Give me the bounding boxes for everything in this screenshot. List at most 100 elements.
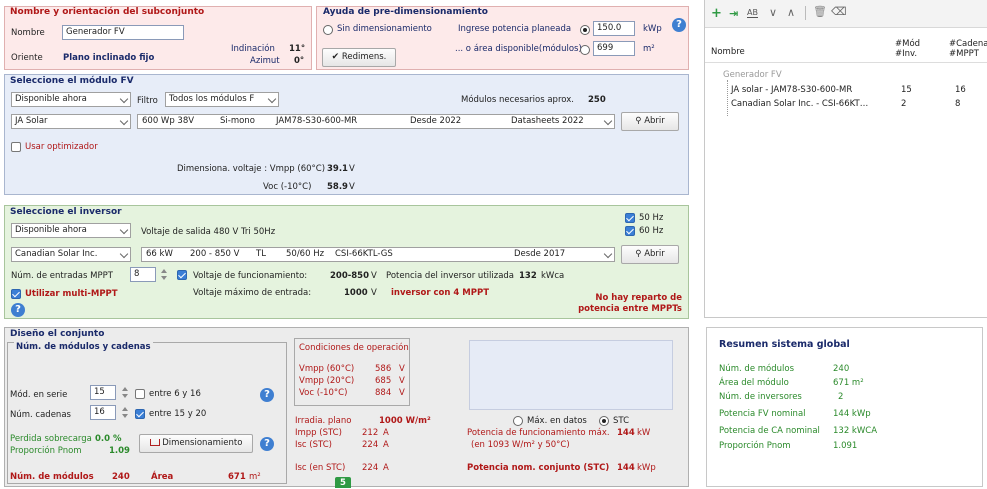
module-model-tech: Si-mono [220,116,255,126]
strings-spinner[interactable] [121,405,129,420]
sizing-button-label: Dimensionamiento [162,438,243,448]
azimuth-label: Azimut [250,56,280,66]
mppt-inputs-field[interactable]: 8 [130,267,156,282]
preview-area [469,340,673,410]
help-icon[interactable]: ? [260,437,274,451]
presizing-title: Ayuda de pre-dimensionamiento [323,7,488,17]
optimizer-label[interactable]: Usar optimizador [25,142,98,152]
help-icon[interactable]: ? [260,388,274,402]
name-field[interactable]: Generador FV [62,25,184,40]
series-spinner[interactable] [121,385,129,400]
op-conditions-group: Condiciones de operación Vmpp (60°C) 586… [294,338,410,406]
op-cond-title: Condiciones de operación [299,343,409,353]
module-model-select[interactable]: 600 Wp 38V Si-mono JAM78-S30-600-MR Desd… [137,114,615,129]
mppt-warning-line1: No hay reparto de [595,293,682,303]
mppt-warning-line2: potencia entre MPPTs [578,304,682,314]
eraser-icon[interactable]: ⌫ [831,5,847,18]
no-sizing-label[interactable]: Sin dimensionamiento [337,24,432,34]
nominal-power-value: 144 [617,463,635,473]
power-field[interactable]: 150.0 [593,21,635,36]
module-manufacturer-value: JA Solar [15,116,48,126]
multi-mppt-checkbox[interactable] [11,289,21,299]
isc-unit: A [383,440,389,450]
multi-mppt-label[interactable]: Utilizar multi-MPPT [25,289,118,299]
inverter-manufacturer-select[interactable]: Canadian Solar Inc. [11,247,131,262]
hz50-checkbox[interactable] [625,213,635,223]
orient-value: Plano inclinado fijo [63,53,155,63]
inverter-model-tl: TL [256,249,266,259]
tree-item-module[interactable]: JA solar - JAM78-S30-600-MR 15 16 [731,85,986,95]
add-icon[interactable]: + [711,6,722,21]
import-icon[interactable]: ⇥ [729,7,738,20]
inverter-open-button[interactable]: ⚲ Abrir [621,245,679,264]
inverter-availability-select[interactable]: Disponible ahora [11,223,131,238]
max-data-radio[interactable] [513,416,523,426]
strings-range-checkbox[interactable] [135,409,145,419]
module-open-button[interactable]: ⚲ Abrir [621,112,679,131]
module-availability-value: Disponible ahora [15,94,87,104]
impp-label: Impp (STC) [295,428,342,438]
area-field[interactable]: 699 [593,41,635,56]
col-name-header[interactable]: Nombre [711,47,745,57]
mppt-inputs-label: Núm. de entradas MPPT [11,271,113,281]
array-area-label: Área [151,472,174,482]
inverter-model-since: Desde 2017 [514,249,566,259]
rename-icon[interactable]: AB [747,8,758,18]
col-chain-header-1[interactable]: #Cadena [949,39,987,49]
stc-radio[interactable] [599,416,609,426]
op-voltage-checkbox[interactable] [177,270,187,280]
hz60-checkbox[interactable] [625,226,635,236]
impp-unit: A [383,428,389,438]
isc-value: 224 [362,440,379,450]
col-nmod-header-1[interactable]: #Mód [895,39,920,49]
array-area-unit: m² [249,472,261,482]
inverter-model-select[interactable]: 66 kW 200 - 850 V TL 50/60 Hz CSI-66KTL-… [141,247,615,262]
series-label: Mód. en serie [10,390,68,400]
name-label: Nombre [11,28,45,38]
module-manufacturer-select[interactable]: JA Solar [11,114,131,129]
voc-cond-value: 884 [375,388,392,398]
no-sizing-radio[interactable] [323,25,333,35]
optimizer-checkbox[interactable] [11,142,21,152]
summary-value-2: 2 [838,392,844,402]
col-chain-header-2[interactable]: #MPPT [949,49,979,59]
module-filter-select[interactable]: Todos los módulos F [165,92,279,107]
summary-label-2: Núm. de inversores [719,392,802,402]
chevron-down-icon [119,249,129,259]
strings-field[interactable]: 16 [90,405,116,420]
stc-label[interactable]: STC [613,416,629,426]
tree-group-item[interactable]: Generador FV [723,70,782,80]
module-filter-value: Todos los módulos F [169,94,255,104]
inverter-open-label: Abrir [644,249,665,259]
area-radio[interactable] [580,45,590,55]
help-icon[interactable]: ? [672,18,686,32]
help-icon[interactable]: ? [11,303,25,317]
sizing-voltage-label: Dimensiona. voltaje : Vmpp (60°C) [177,164,326,174]
module-model-source: Datasheets 2022 [511,116,584,126]
max-data-label[interactable]: Máx. en datos [527,416,587,426]
subassembly-panel: Nombre y orientación del subconjunto Nom… [4,6,312,70]
summary-label-0: Núm. de módulos [719,364,795,374]
voc-cond-unit: V [399,388,405,398]
tree-toolbar: + ⇥ AB ∨ ∧ 🗑 ⌫ [705,0,987,28]
series-field[interactable]: 15 [90,385,116,400]
trash-icon[interactable]: 🗑 [813,5,827,18]
summary-panel: Resumen sistema global Núm. de módulos 2… [706,327,983,487]
inverter-availability-value: Disponible ahora [15,225,87,235]
irrad-value: 1000 W/m² [379,416,431,426]
chevron-up-icon[interactable]: ∧ [787,6,795,19]
chevron-down-icon[interactable]: ∨ [769,6,777,19]
module-model-name: JAM78-S30-600-MR [276,116,358,126]
chevron-down-icon [603,116,613,126]
series-range-checkbox[interactable] [135,389,145,399]
mppt-inputs-spinner[interactable] [160,267,168,282]
tree-header-line [705,62,987,63]
tree-item-inverter[interactable]: Canadian Solar Inc. - CSI-66KT… 2 8 [731,99,986,109]
sizing-button[interactable]: Dimensionamiento [139,434,253,453]
module-availability-select[interactable]: Disponible ahora [11,92,131,107]
power-radio[interactable] [580,25,590,35]
resize-button[interactable]: ✔ Redimens. [322,48,396,67]
hz60-label: 60 Hz [639,226,664,236]
inv-power-value: 132 [519,271,537,281]
col-nmod-header-2[interactable]: #Inv. [895,49,917,59]
